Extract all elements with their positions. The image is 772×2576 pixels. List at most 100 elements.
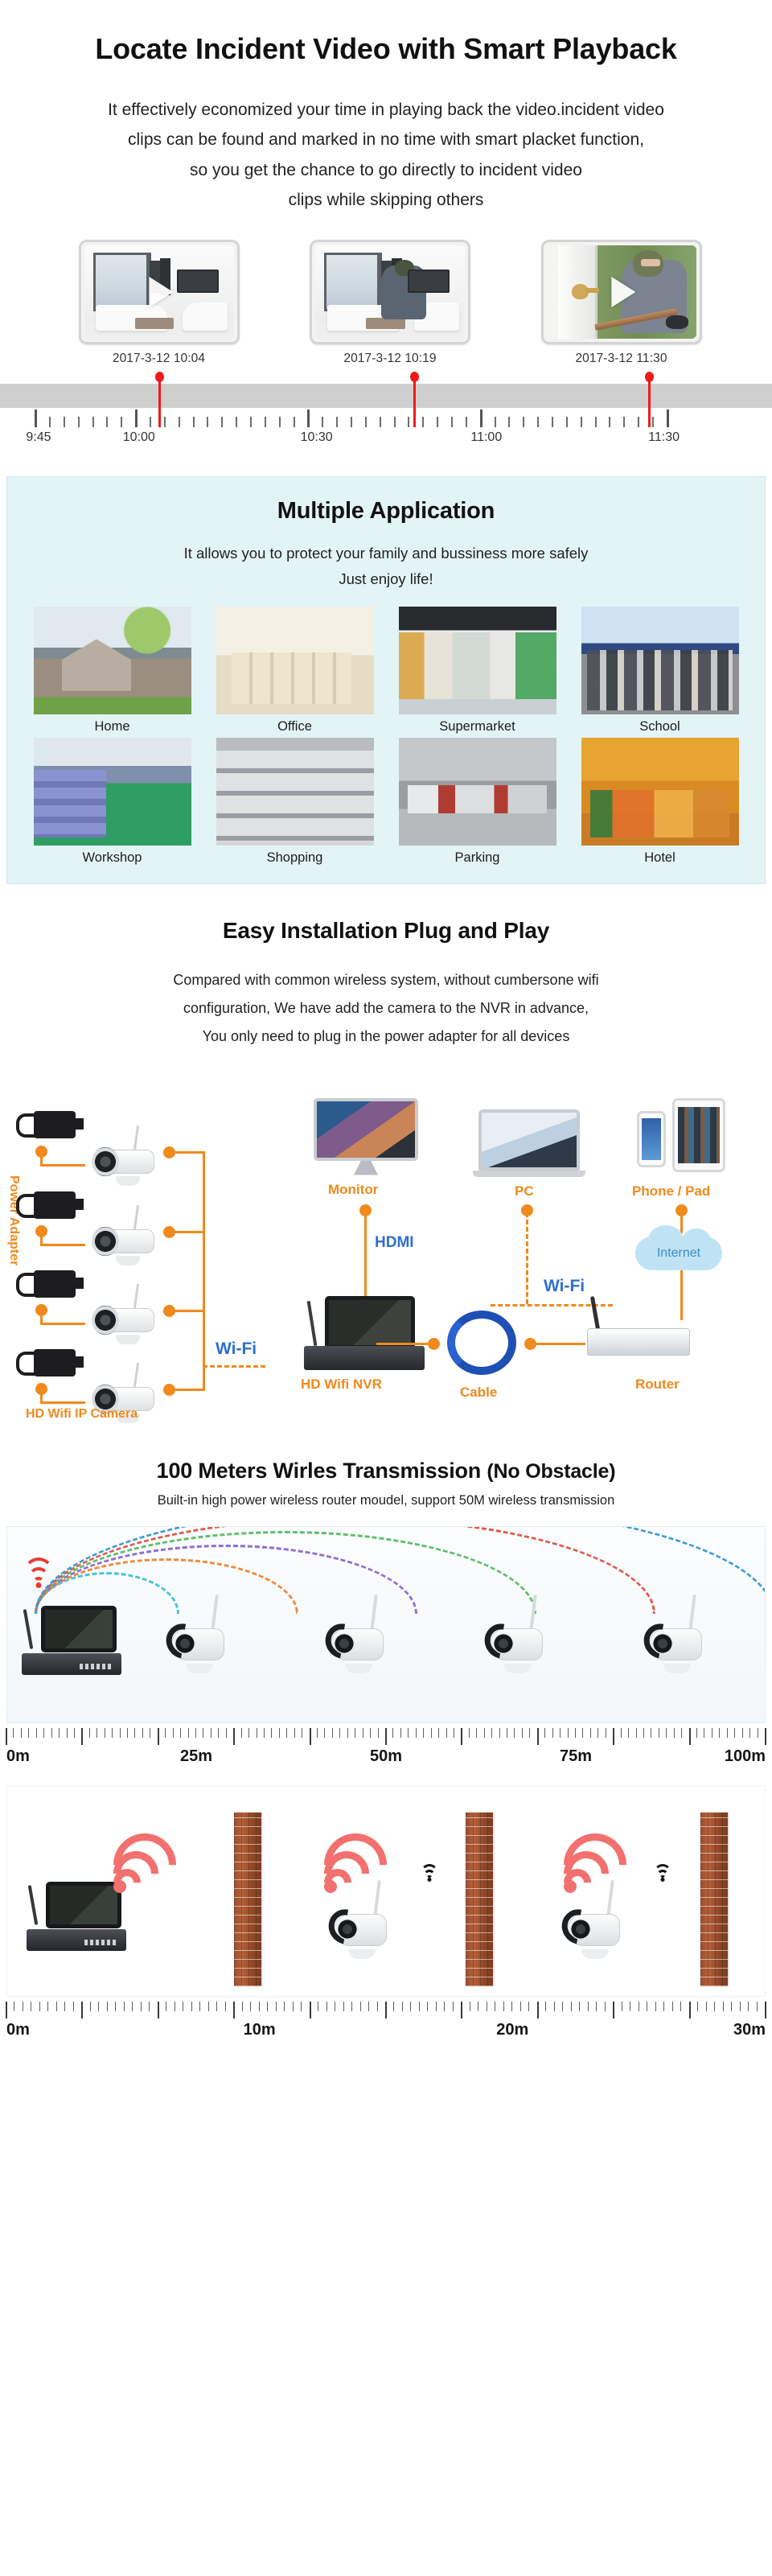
label-hdmi: HDMI [375, 1233, 414, 1251]
distance-ruler-30m: 0m 10m 20m 30m [6, 1997, 766, 2047]
ruler-minor-tick [415, 1727, 417, 1738]
ruler-minor-tick [376, 2001, 378, 2011]
application-item[interactable]: Home [24, 607, 200, 735]
label-hd-wifi-nvr: HD Wifi NVR [301, 1376, 382, 1392]
ruler-minor-tick [643, 1727, 644, 1738]
ruler-major-tick [157, 2001, 159, 2018]
ruler-minor-tick [59, 1727, 60, 1738]
timeline-minor-tick [652, 416, 654, 427]
clip-timestamp: 2017-3-12 10:04 [112, 351, 206, 365]
ruler-minor-tick [408, 1727, 409, 1738]
ruler-major-tick [613, 1727, 615, 1745]
ruler-major-tick [385, 1727, 387, 1745]
timeline-major-tick [35, 409, 38, 427]
ruler-minor-tick [149, 2001, 150, 2011]
range-title-main: 100 Meters Wirles Transmission [156, 1458, 482, 1483]
ruler-minor-tick [292, 2001, 294, 2011]
connector-line [170, 1309, 204, 1312]
ruler-minor-tick [112, 1727, 113, 1738]
play-icon[interactable] [610, 276, 635, 307]
application-item[interactable]: Supermarket [389, 607, 565, 735]
ruler-minor-tick [377, 1727, 379, 1738]
ip-camera-icon [322, 1879, 395, 1959]
ruler-minor-tick [218, 1727, 220, 1738]
ruler-minor-tick [339, 1727, 341, 1738]
application-item[interactable]: Parking [389, 738, 565, 866]
timeline-track[interactable] [0, 383, 772, 408]
timeline-incident-marker[interactable] [409, 371, 419, 427]
wall-illustration [6, 1785, 766, 1997]
ruler-minor-tick [216, 2001, 218, 2011]
ruler-minor-tick [47, 2001, 49, 2011]
ruler-minor-tick [195, 1727, 196, 1738]
ruler-minor-tick [722, 2001, 724, 2011]
ruler-minor-tick [240, 1727, 242, 1738]
section-transmission-range: 100 Meters Wirles Transmission (No Obsta… [0, 1431, 772, 1773]
ruler-minor-tick [476, 1727, 478, 1738]
ruler-minor-tick [263, 1727, 265, 1738]
ruler-minor-tick [734, 1727, 736, 1738]
wifi-signal-icon [550, 1820, 640, 1909]
timeline-minor-tick [192, 416, 195, 427]
range-title: 100 Meters Wirles Transmission (No Obsta… [0, 1459, 772, 1483]
timeline-minor-tick [278, 416, 281, 427]
ruler-minor-tick [410, 2001, 412, 2011]
ruler-minor-tick [140, 2001, 142, 2011]
application-label: Home [94, 719, 130, 735]
timeline-minor-tick [393, 416, 396, 427]
ip-camera-icon [478, 1594, 551, 1673]
applications-description-line: Just enjoy life! [339, 570, 433, 587]
ruler-minor-tick [521, 1727, 523, 1738]
ruler-minor-tick [286, 1727, 288, 1738]
application-item[interactable]: Hotel [572, 738, 748, 866]
ruler-minor-tick [749, 1727, 751, 1738]
timeline-minor-tick [351, 416, 353, 427]
playback-timeline[interactable]: 9:45 10:00 10:30 11:00 11:30 [0, 371, 772, 455]
ruler-minor-tick [545, 2001, 547, 2011]
ruler-minor-tick [673, 1727, 675, 1738]
video-thumbnail[interactable] [540, 239, 702, 344]
connector-line [376, 1342, 431, 1345]
application-item[interactable]: Workshop [24, 738, 200, 866]
ruler-minor-tick [438, 1727, 440, 1738]
timeline-minor-tick [494, 416, 496, 427]
video-thumbnail[interactable] [78, 239, 240, 344]
video-thumbnail[interactable] [310, 239, 470, 344]
video-clip-item[interactable]: 2017-3-12 10:19 [304, 239, 477, 366]
ruler-minor-tick [435, 2001, 437, 2011]
ruler-minor-tick [666, 1727, 667, 1738]
timeline-minor-tick [236, 416, 238, 427]
ruler-minor-tick [39, 2001, 40, 2011]
timeline-minor-tick [106, 416, 109, 427]
timeline-minor-tick [221, 416, 224, 427]
play-icon[interactable] [148, 276, 173, 307]
ruler-minor-tick [714, 2001, 716, 2011]
ruler-minor-tick [635, 1727, 637, 1738]
ruler-minor-tick [317, 1727, 318, 1738]
application-item[interactable]: Shopping [207, 738, 383, 866]
ruler-major-tick [688, 1727, 691, 1745]
nvr-icon [27, 1881, 126, 1951]
ip-camera-icon [88, 1283, 166, 1344]
ruler-minor-tick [620, 1727, 622, 1738]
ruler-major-tick [536, 2001, 539, 2018]
ruler-minor-tick [604, 2001, 606, 2011]
timeline-incident-marker[interactable] [154, 371, 164, 427]
ruler-minor-tick [562, 2001, 564, 2011]
intruder-head [394, 260, 414, 276]
timeline-minor-tick [465, 416, 467, 427]
timeline-minor-tick [609, 416, 611, 427]
video-clip-item[interactable]: 2017-3-12 11:30 [535, 239, 708, 366]
timeline-minor-tick [594, 416, 597, 427]
application-item[interactable]: Office [207, 607, 383, 735]
label-monitor: Monitor [328, 1181, 379, 1197]
ruler-minor-tick [187, 1727, 189, 1738]
distance-ruler-100m: 0m 25m 50m 75m 100m [6, 1723, 766, 1773]
application-item[interactable]: School [572, 607, 748, 735]
ruler-minor-tick [250, 2001, 252, 2011]
ruler-minor-tick [560, 1727, 561, 1738]
video-clip-item[interactable]: 2017-3-12 10:04 [72, 239, 245, 366]
timeline-incident-marker[interactable] [645, 371, 655, 427]
ruler-minor-tick [271, 1727, 273, 1738]
power-adapter-icon [16, 1348, 84, 1376]
